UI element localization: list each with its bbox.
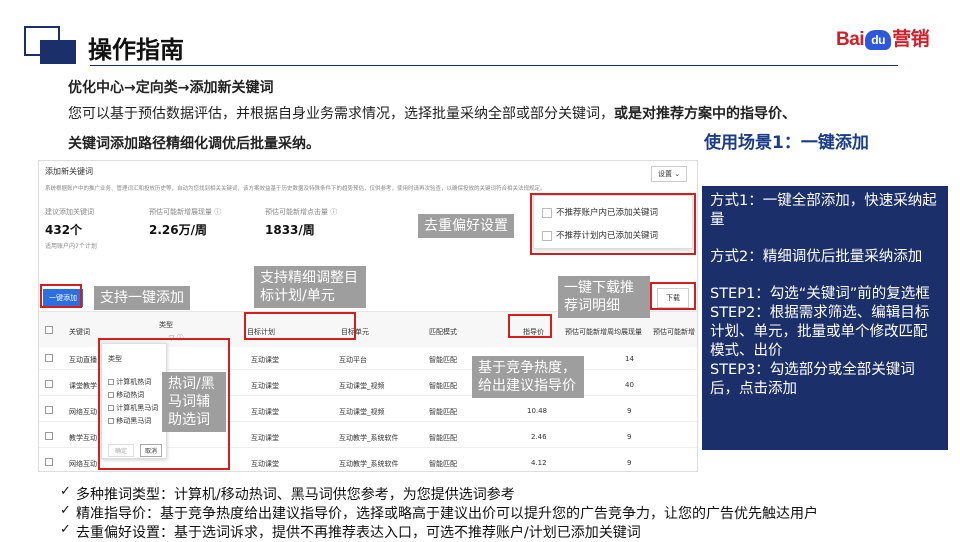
cell-unit[interactable]: 互动课堂_视频	[339, 407, 385, 417]
cell-keyword: 网络互动	[69, 460, 97, 468]
panel-method-2: 方式2：精细调优后批量采纳添加	[710, 249, 923, 265]
cell-plan[interactable]: 互动课堂	[251, 459, 279, 469]
callout-add: 支持一键添加	[94, 286, 190, 310]
check-icon: ✓	[60, 522, 71, 537]
cell-price[interactable]: 10.48	[527, 407, 547, 415]
panel-step-3: STEP3：勾选部分或全部关键词后，点击添加	[710, 362, 915, 397]
stat-value-keywords: 432个	[45, 223, 83, 237]
baidu-paw-icon: du	[865, 29, 892, 50]
bullet-1: 多种推词类型：计算机/移动热词、黑马词供您参考，为您提供选词参考	[76, 487, 515, 503]
stat-label-impressions: 预估可能新增展现量 ⓘ	[149, 208, 222, 216]
panel-step-2: STEP2：根据需求筛选、编辑目标计划、单元，批量或单个修改匹配模式、出价	[710, 305, 930, 359]
baidu-logo: Bai du 营销	[836, 29, 930, 50]
select-all-checkbox[interactable]	[45, 326, 53, 334]
dialog-title: 添加新关键词	[45, 167, 93, 176]
row-checkbox[interactable]	[45, 354, 53, 362]
cell-match[interactable]: 智能匹配	[429, 355, 457, 365]
cell-unit[interactable]: 互动课堂_视频	[339, 381, 385, 391]
check-icon: ✓	[60, 484, 71, 499]
callout-pref: 去重偏好设置	[418, 214, 514, 238]
cell-unit[interactable]: 互动平台	[339, 355, 367, 365]
stat-label-keywords: 建议添加关键词	[45, 208, 94, 216]
col-est-impressions: 预估可能新增周均展现量	[565, 328, 642, 336]
notice-text: 系统根据账户中的推广业务、管理词汇和投放历史等，自动为您找到相关关键词，该方案效…	[45, 186, 546, 192]
cell-plan[interactable]: 互动课堂	[251, 433, 279, 443]
check-icon: ✓	[60, 503, 71, 518]
highlight-pref	[530, 193, 696, 255]
cell-match[interactable]: 智能匹配	[429, 459, 457, 469]
stat-value-impressions: 2.26万/周	[149, 223, 207, 237]
col-est-more: 预估可能新增	[653, 328, 695, 336]
scene-title: 使用场景1：一键添加	[704, 133, 869, 153]
page-title: 操作指南	[88, 36, 184, 64]
col-match-mode: 匹配模式	[429, 328, 457, 336]
decor-square-filled	[40, 40, 76, 64]
col-type: 类型	[159, 321, 173, 329]
cell-shows: 9	[627, 407, 632, 415]
cell-shows: 9	[627, 459, 632, 467]
panel-step-1: STEP1：勾选“关键词”前的复选框	[710, 286, 930, 302]
row-checkbox[interactable]	[45, 406, 53, 414]
cell-match[interactable]: 智能匹配	[429, 407, 457, 417]
col-keyword: 关键词	[69, 328, 90, 336]
panel-method-1: 方式1：一键全部添加，快速采纳起量	[710, 193, 937, 228]
callout-adjust: 支持精细调整目标计划/单元	[254, 266, 366, 308]
cell-price[interactable]: 4.12	[531, 459, 547, 467]
bullet-2: 精准指导价：基于竞争热度给出建议指导价，选择或略高于建议出价可以提升您的广告竞争…	[76, 506, 818, 522]
cell-plan[interactable]: 互动课堂	[251, 381, 279, 391]
cell-keyword: 课堂教学	[69, 382, 97, 390]
cell-plan[interactable]: 互动课堂	[251, 407, 279, 417]
cell-match[interactable]: 智能匹配	[429, 433, 457, 443]
header-divider	[90, 65, 898, 66]
cell-shows: 40	[625, 381, 634, 389]
highlight-download	[650, 282, 696, 310]
cell-shows: 14	[625, 355, 634, 363]
stat-value-clicks: 1833/周	[265, 223, 315, 237]
breadcrumb-path: 优化中心→定向类→添加新关键词	[68, 80, 274, 96]
cell-keyword: 教学互动	[69, 434, 97, 442]
callout-price: 基于竞争热度，给出建议指导价	[472, 356, 584, 398]
steps-panel: 方式1：一键全部添加，快速采纳起量 方式2：精细调优后批量采纳添加 STEP1：…	[702, 186, 948, 450]
cell-plan[interactable]: 互动课堂	[251, 355, 279, 365]
intro-line-1: 您可以基于预估数据评估，并根据自身业务需求情况，选择批量采纳全部或部分关键词，或…	[68, 106, 796, 122]
intro-line-2: 关键词添加路径精细化调优后批量采纳。	[68, 136, 320, 152]
highlight-add	[40, 284, 82, 308]
callout-download: 一键下载推荐词明细	[558, 276, 650, 318]
cell-shows: 9	[627, 433, 632, 441]
row-checkbox[interactable]	[45, 432, 53, 440]
stat-note-keywords: 适用账户内7个计划	[45, 243, 97, 250]
stat-label-clicks: 预估可能新增点击量 ⓘ	[265, 208, 338, 216]
cell-keyword: 互动直播	[69, 356, 97, 364]
row-checkbox[interactable]	[45, 380, 53, 388]
cell-keyword: 网络互动	[69, 408, 97, 416]
row-checkbox[interactable]	[45, 458, 53, 466]
cell-match[interactable]: 智能匹配	[429, 381, 457, 391]
cell-unit[interactable]: 互动教学_系统软件	[339, 433, 399, 443]
callout-type: 热词/黑马词辅助选词	[162, 372, 226, 432]
highlight-price	[508, 314, 552, 338]
settings-dropdown[interactable]: 设置 ⌄	[651, 166, 688, 182]
cell-unit[interactable]: 互动教学_系统软件	[339, 459, 399, 469]
bullet-3: 去重偏好设置：基于选词诉求，提供不再推荐表达入口，可选不推荐账户/计划已添加关键…	[76, 525, 641, 541]
highlight-columns	[244, 312, 356, 340]
cell-price[interactable]: 2.46	[531, 433, 547, 441]
